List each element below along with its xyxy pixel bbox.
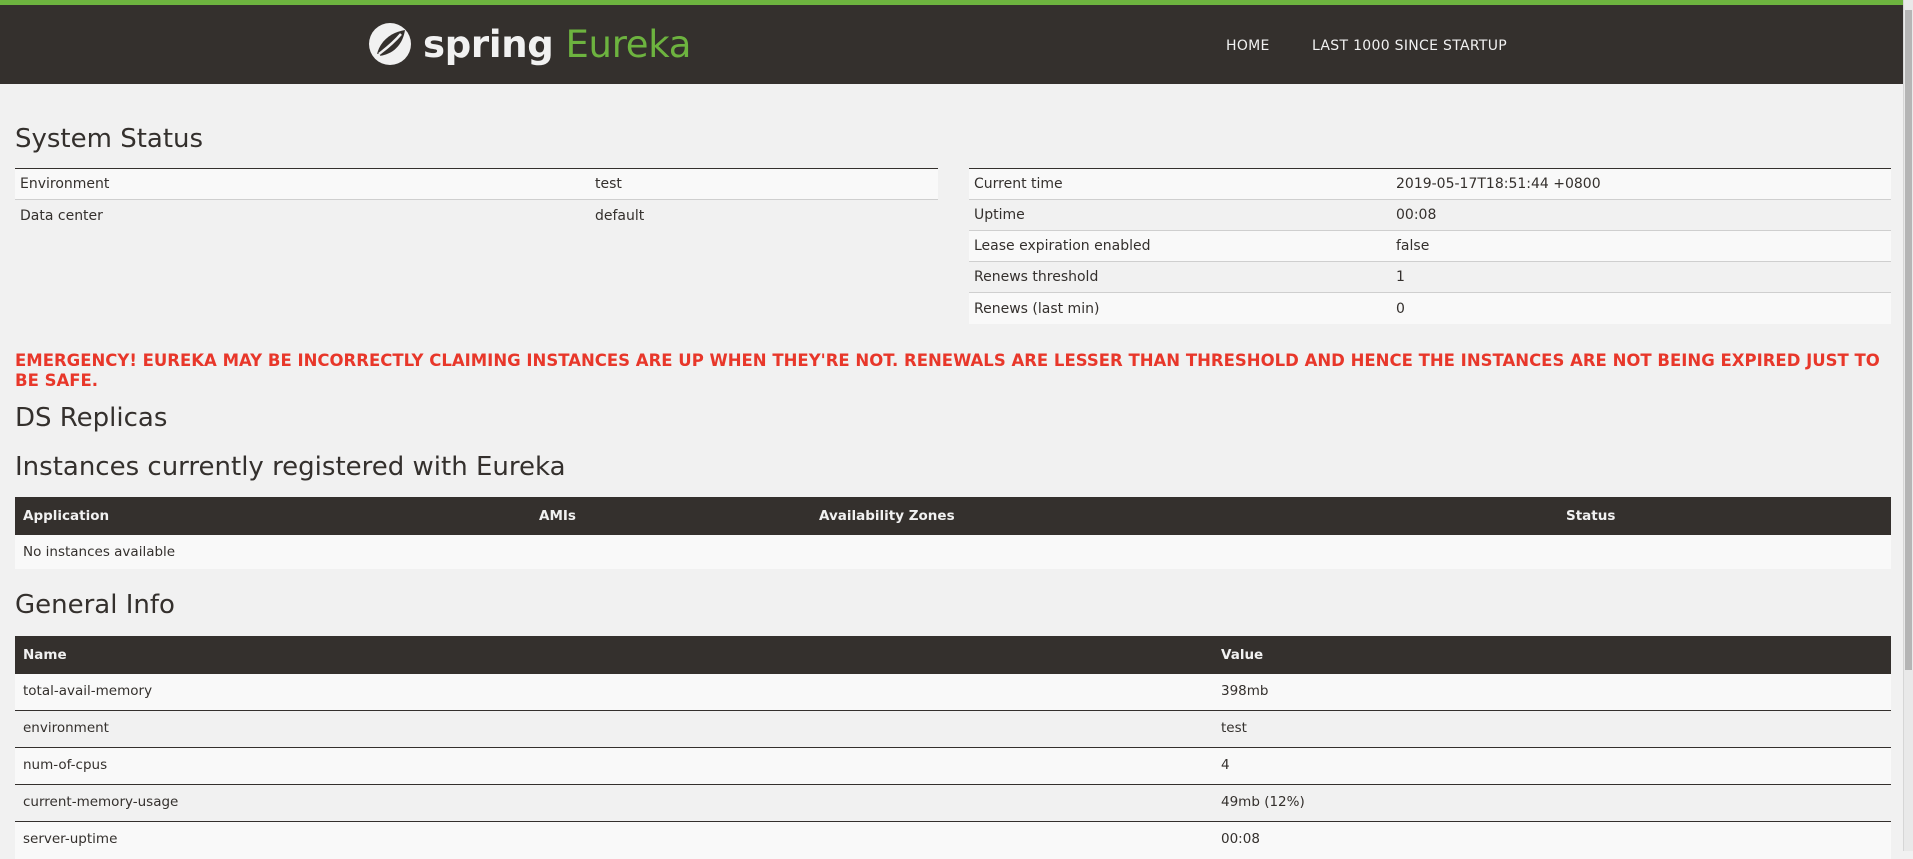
navbar: spring Eureka HOME LAST 1000 SINCE STARTU…: [0, 5, 1913, 84]
col-status: Status: [1566, 508, 1616, 524]
row-name: current-memory-usage: [23, 794, 179, 810]
lease-expiration-key: Lease expiration enabled: [974, 238, 1151, 254]
table-row: server-uptime 00:08: [15, 822, 1891, 859]
datacenter-key: Data center: [20, 207, 103, 224]
table-row: current-memory-usage 49mb (12%): [15, 785, 1891, 822]
row-value: 4: [1221, 757, 1230, 773]
table-row: Environment test: [15, 169, 938, 200]
instances-table-header: Application AMIs Availability Zones Stat…: [15, 497, 1891, 535]
system-status-title: System Status: [15, 124, 204, 154]
renews-last-min-key: Renews (last min): [974, 300, 1100, 317]
brand-eureka-text: Eureka: [565, 22, 692, 66]
lease-expiration-value: false: [1396, 238, 1430, 254]
row-name: num-of-cpus: [23, 757, 108, 773]
table-row: num-of-cpus 4: [15, 748, 1891, 785]
page-scrollbar[interactable]: [1903, 0, 1913, 851]
env-value: test: [595, 176, 622, 192]
system-status-left-table: Environment test Data center default: [15, 168, 938, 231]
table-row: Uptime 00:08: [969, 200, 1891, 231]
col-availability-zones: Availability Zones: [819, 508, 955, 524]
table-row: Lease expiration enabled false: [969, 231, 1891, 262]
system-status-right-table: Current time 2019-05-17T18:51:44 +0800 U…: [969, 168, 1891, 324]
table-row: environment test: [15, 711, 1891, 748]
row-value: 398mb: [1221, 683, 1269, 699]
col-name: Name: [23, 647, 67, 663]
brand-spring-text: spring: [423, 22, 554, 66]
table-row: total-avail-memory 398mb: [15, 674, 1891, 711]
env-key: Environment: [20, 176, 110, 192]
row-value: test: [1221, 720, 1247, 736]
emergency-warning: EMERGENCY! EUREKA MAY BE INCORRECTLY CLA…: [15, 351, 1880, 390]
instances-title: Instances currently registered with Eure…: [15, 452, 566, 482]
table-row: No instances available: [15, 535, 1891, 569]
row-name: server-uptime: [23, 831, 118, 847]
row-value: 00:08: [1221, 831, 1260, 847]
nav-home-link[interactable]: HOME: [1226, 38, 1270, 54]
table-row: Current time 2019-05-17T18:51:44 +0800: [969, 169, 1891, 200]
col-value: Value: [1221, 647, 1264, 663]
table-row: Data center default: [15, 200, 938, 231]
row-name: total-avail-memory: [23, 683, 153, 699]
general-info-title: General Info: [15, 590, 175, 620]
uptime-key: Uptime: [974, 207, 1025, 223]
brand-logo[interactable]: spring Eureka: [367, 19, 691, 69]
uptime-value: 00:08: [1396, 207, 1437, 223]
general-info-table-header: Name Value: [15, 636, 1891, 674]
instances-table: Application AMIs Availability Zones Stat…: [15, 497, 1891, 569]
general-info-table: Name Value total-avail-memory 398mb envi…: [15, 636, 1891, 859]
scrollbar-thumb[interactable]: [1905, 10, 1912, 670]
renews-threshold-value: 1: [1396, 269, 1405, 285]
spring-leaf-icon: [369, 23, 411, 65]
col-application: Application: [23, 508, 110, 524]
col-amis: AMIs: [539, 508, 576, 524]
current-time-value: 2019-05-17T18:51:44 +0800: [1396, 176, 1601, 192]
row-value: 49mb (12%): [1221, 794, 1305, 810]
no-instances-text: No instances available: [23, 544, 176, 560]
table-row: Renews threshold 1: [969, 262, 1891, 293]
renews-last-min-value: 0: [1396, 300, 1405, 317]
row-name: environment: [23, 720, 109, 736]
current-time-key: Current time: [974, 176, 1063, 192]
datacenter-value: default: [595, 207, 645, 224]
renews-threshold-key: Renews threshold: [974, 269, 1099, 285]
ds-replicas-title: DS Replicas: [15, 403, 168, 433]
nav-last1000-link[interactable]: LAST 1000 SINCE STARTUP: [1312, 38, 1507, 54]
table-row: Renews (last min) 0: [969, 293, 1891, 324]
